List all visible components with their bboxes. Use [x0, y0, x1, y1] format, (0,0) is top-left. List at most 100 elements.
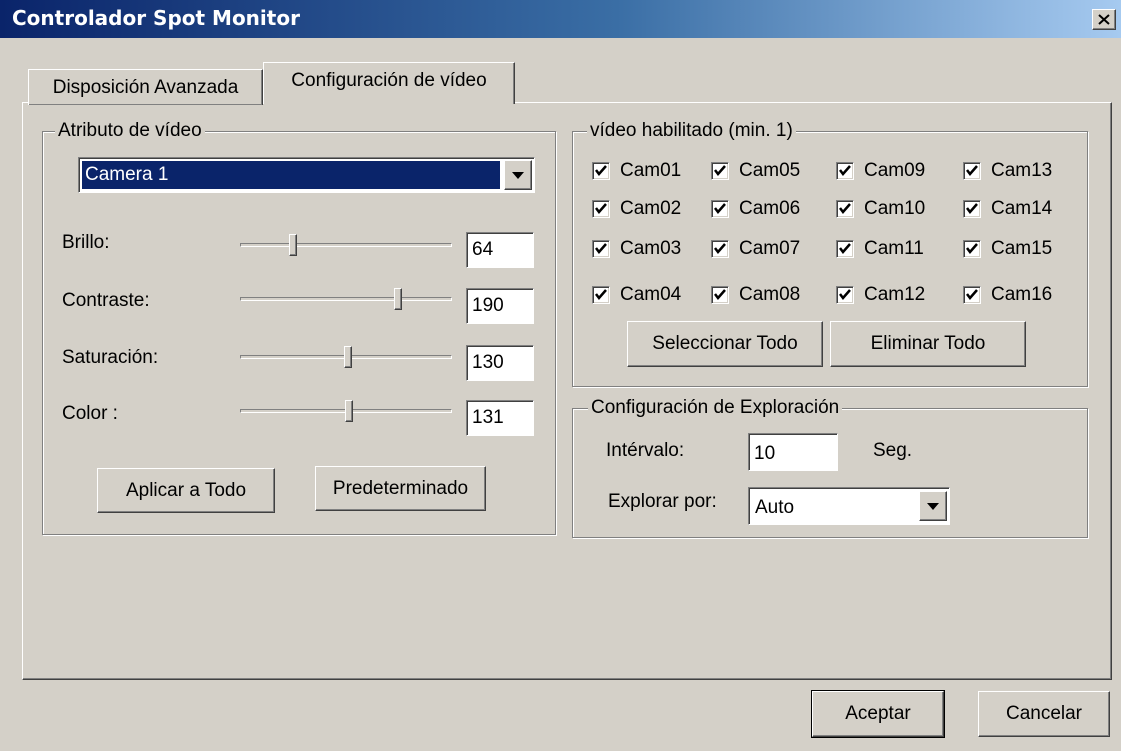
- scan-by-select[interactable]: Auto: [748, 487, 950, 525]
- checkbox-box[interactable]: [592, 200, 610, 218]
- tab-label: Configuración de vídeo: [291, 69, 487, 91]
- camera-checkbox-cam14[interactable]: Cam14: [963, 196, 1052, 222]
- camera-select-value: Camera 1: [82, 161, 500, 189]
- ok-button[interactable]: Aceptar: [811, 690, 945, 738]
- checkbox-box[interactable]: [592, 286, 610, 304]
- select-all-button[interactable]: Seleccionar Todo: [627, 321, 823, 367]
- contrast-label: Contraste:: [62, 290, 150, 311]
- camera-checkbox-label: Cam16: [991, 284, 1053, 305]
- checkbox-box[interactable]: [836, 286, 854, 304]
- camera-checkbox-label: Cam08: [739, 284, 801, 305]
- camera-checkbox-cam10[interactable]: Cam10: [836, 196, 925, 222]
- checkmark-icon: [595, 289, 607, 300]
- tab-configuracion-video[interactable]: Configuración de vídeo: [263, 62, 515, 104]
- scan-by-dropdown-button[interactable]: [919, 491, 947, 521]
- camera-checkbox-label: Cam06: [739, 198, 801, 219]
- saturation-value-field[interactable]: 130: [466, 345, 534, 381]
- checkbox-box[interactable]: [711, 240, 729, 258]
- color-value-field[interactable]: 131: [466, 400, 534, 436]
- scan-by-label: Explorar por:: [608, 491, 717, 512]
- saturation-slider-thumb[interactable]: [344, 346, 353, 368]
- checkmark-icon: [839, 165, 851, 176]
- contrast-value-field[interactable]: 190: [466, 288, 534, 324]
- checkbox-box[interactable]: [836, 162, 854, 180]
- checkmark-icon: [595, 203, 607, 214]
- camera-checkbox-cam06[interactable]: Cam06: [711, 196, 800, 222]
- camera-select[interactable]: Camera 1: [78, 157, 535, 193]
- camera-checkbox-label: Cam11: [864, 238, 924, 259]
- camera-checkbox-cam01[interactable]: Cam01: [592, 158, 681, 184]
- interval-field[interactable]: 10: [748, 433, 838, 471]
- camera-checkbox-label: Cam07: [739, 238, 801, 259]
- checkmark-icon: [966, 165, 978, 176]
- contrast-slider-thumb[interactable]: [393, 288, 402, 310]
- apply-all-button[interactable]: Aplicar a Todo: [97, 468, 275, 513]
- camera-checkbox-cam11[interactable]: Cam11: [836, 236, 924, 262]
- scan-by-value: Auto: [755, 497, 795, 518]
- camera-checkbox-label: Cam12: [864, 284, 926, 305]
- saturation-label: Saturación:: [62, 347, 159, 368]
- checkbox-box[interactable]: [836, 240, 854, 258]
- checkmark-icon: [839, 289, 851, 300]
- camera-checkbox-label: Cam14: [991, 198, 1053, 219]
- camera-checkbox-label: Cam15: [991, 238, 1053, 259]
- camera-checkbox-cam07[interactable]: Cam07: [711, 236, 800, 262]
- checkmark-icon: [714, 289, 726, 300]
- checkmark-icon: [839, 203, 851, 214]
- interval-unit: Seg.: [873, 440, 913, 461]
- camera-select-dropdown-button[interactable]: [504, 160, 532, 190]
- chevron-down-icon: [512, 171, 524, 179]
- camera-checkbox-label: Cam09: [864, 160, 926, 181]
- brightness-slider-thumb[interactable]: [289, 234, 297, 256]
- checkbox-box[interactable]: [836, 200, 854, 218]
- checkbox-box[interactable]: [711, 200, 729, 218]
- remove-all-button[interactable]: Eliminar Todo: [830, 321, 1026, 367]
- camera-checkbox-cam02[interactable]: Cam02: [592, 196, 681, 222]
- checkbox-box[interactable]: [711, 162, 729, 180]
- camera-checkbox-cam09[interactable]: Cam09: [836, 158, 925, 184]
- camera-checkbox-cam12[interactable]: Cam12: [836, 282, 925, 308]
- camera-checkbox-label: Cam05: [739, 160, 801, 181]
- tab-label: Disposición Avanzada: [52, 76, 239, 98]
- checkmark-icon: [714, 165, 726, 176]
- brightness-value-field[interactable]: 64: [466, 232, 534, 268]
- window-title: Controlador Spot Monitor: [12, 6, 300, 30]
- interval-label: Intérvalo:: [606, 440, 685, 461]
- cancel-button[interactable]: Cancelar: [978, 691, 1110, 737]
- checkbox-box[interactable]: [592, 240, 610, 258]
- camera-checkbox-label: Cam10: [864, 198, 926, 219]
- scan-config-legend: Configuración de Exploración: [588, 397, 843, 419]
- camera-checkbox-cam05[interactable]: Cam05: [711, 158, 800, 184]
- checkbox-box[interactable]: [963, 200, 981, 218]
- camera-checkbox-label: Cam03: [620, 238, 682, 259]
- brightness-label: Brillo:: [62, 232, 110, 253]
- color-slider-thumb[interactable]: [344, 400, 353, 422]
- checkmark-icon: [714, 203, 726, 214]
- checkbox-box[interactable]: [711, 286, 729, 304]
- title-bar[interactable]: Controlador Spot Monitor: [0, 0, 1121, 38]
- camera-checkbox-cam03[interactable]: Cam03: [592, 236, 681, 262]
- video-enabled-legend: vídeo habilitado (min. 1): [587, 120, 796, 142]
- checkmark-icon: [714, 243, 726, 254]
- contrast-slider-track[interactable]: [240, 297, 452, 301]
- camera-checkbox-cam15[interactable]: Cam15: [963, 236, 1052, 262]
- close-icon: [1098, 14, 1110, 25]
- checkmark-icon: [966, 289, 978, 300]
- close-button[interactable]: [1092, 9, 1116, 30]
- brightness-slider-track[interactable]: [240, 243, 452, 247]
- camera-checkbox-label: Cam01: [620, 160, 682, 181]
- checkbox-box[interactable]: [592, 162, 610, 180]
- camera-checkbox-cam08[interactable]: Cam08: [711, 282, 800, 308]
- camera-checkbox-cam04[interactable]: Cam04: [592, 282, 681, 308]
- active-tab-joiner: [264, 101, 513, 104]
- checkbox-box[interactable]: [963, 240, 981, 258]
- camera-checkbox-cam13[interactable]: Cam13: [963, 158, 1052, 184]
- checkbox-box[interactable]: [963, 162, 981, 180]
- checkmark-icon: [966, 243, 978, 254]
- camera-checkbox-cam16[interactable]: Cam16: [963, 282, 1052, 308]
- checkbox-box[interactable]: [963, 286, 981, 304]
- tab-disposicion-avanzada[interactable]: Disposición Avanzada: [28, 69, 263, 105]
- checkmark-icon: [966, 203, 978, 214]
- default-button[interactable]: Predeterminado: [315, 466, 486, 511]
- checkmark-icon: [839, 243, 851, 254]
